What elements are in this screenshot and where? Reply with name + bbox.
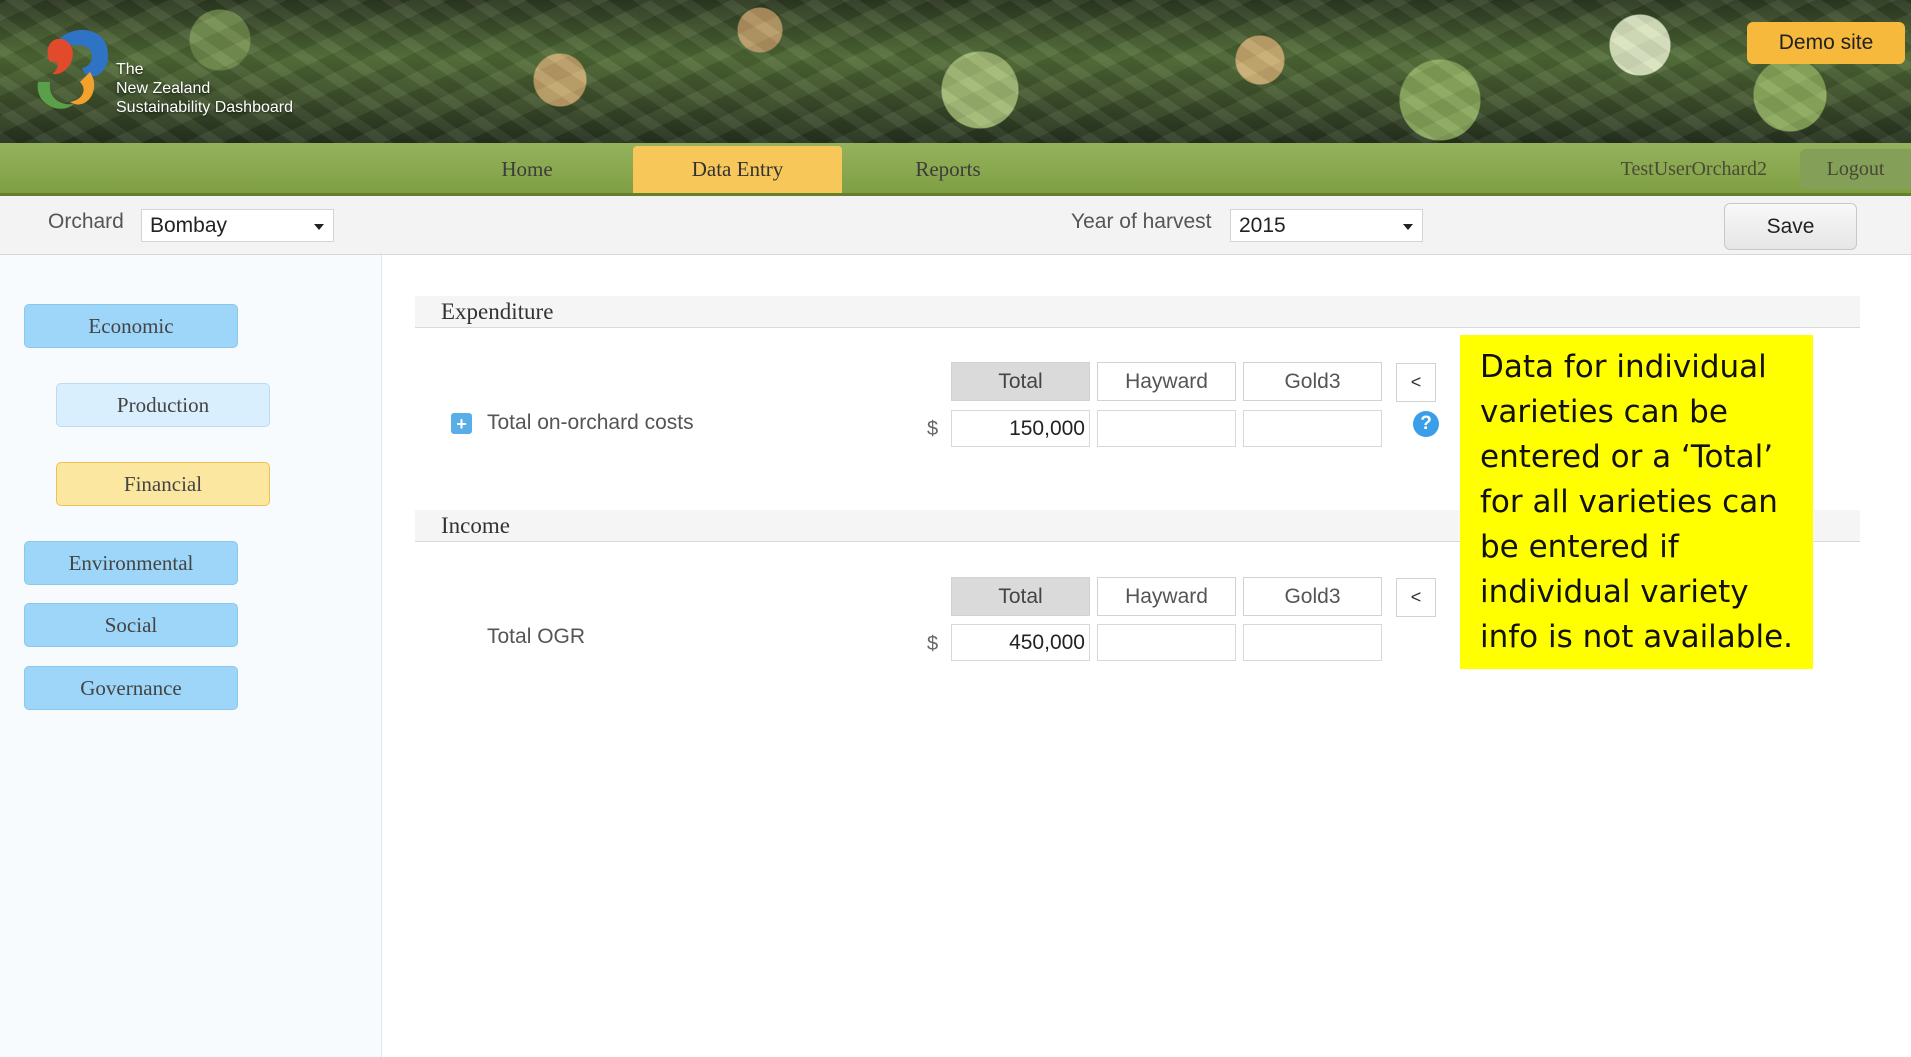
annotation-callout: Data for individual varieties can be ent…	[1460, 335, 1813, 669]
main-nav: Home Data Entry Reports TestUserOrchard2…	[0, 143, 1911, 196]
expenditure-hayward-input[interactable]	[1097, 410, 1236, 447]
demo-site-badge: Demo site	[1747, 22, 1905, 64]
help-icon[interactable]: ?	[1413, 411, 1439, 437]
orchard-selected-value: Bombay	[150, 213, 228, 237]
header-banner: The New Zealand Sustainability Dashboard…	[0, 0, 1911, 143]
sidebar-item-social[interactable]: Social	[24, 603, 238, 647]
sidebar-item-production[interactable]: Production	[56, 383, 270, 427]
dashboard-logo-icon[interactable]	[30, 20, 122, 120]
sidebar-item-governance[interactable]: Governance	[24, 666, 238, 710]
column-gold3[interactable]: Gold3	[1243, 362, 1382, 401]
filter-bar: Orchard Bombay Year of harvest 2015 Save	[0, 196, 1911, 255]
income-hayward-input[interactable]	[1097, 624, 1236, 661]
section-expenditure-header: Expenditure	[415, 296, 1860, 328]
sidebar-item-economic[interactable]: Economic	[24, 304, 238, 348]
sidebar-item-financial[interactable]: Financial	[56, 462, 270, 506]
column-hayward[interactable]: Hayward	[1097, 362, 1236, 401]
sidebar: Economic Production Financial Environmen…	[0, 255, 382, 1057]
collapse-columns-button[interactable]: <	[1396, 363, 1436, 402]
row-label-total-on-orchard-costs: Total on-orchard costs	[487, 411, 694, 434]
brand-line-3: Sustainability Dashboard	[116, 99, 293, 116]
sidebar-item-environmental[interactable]: Environmental	[24, 541, 238, 585]
brand-text: The New Zealand Sustainability Dashboard	[116, 60, 293, 117]
expenditure-gold3-input[interactable]	[1243, 410, 1382, 447]
brand-line-1: The	[116, 61, 144, 78]
column-total[interactable]: Total	[951, 362, 1090, 401]
column-hayward[interactable]: Hayward	[1097, 577, 1236, 616]
currency-symbol: $	[927, 418, 939, 440]
income-total-input[interactable]: 450,000	[951, 624, 1090, 661]
orchard-label: Orchard	[48, 210, 124, 233]
save-button[interactable]: Save	[1724, 203, 1857, 250]
user-name: TestUserOrchard2	[1620, 158, 1767, 180]
column-gold3[interactable]: Gold3	[1243, 577, 1382, 616]
tab-home[interactable]: Home	[467, 146, 587, 193]
chevron-down-icon	[314, 224, 324, 230]
tab-data-entry[interactable]: Data Entry	[633, 146, 842, 193]
expand-plus-icon[interactable]: +	[451, 413, 472, 434]
expenditure-total-input[interactable]: 150,000	[951, 410, 1090, 447]
logout-button[interactable]: Logout	[1800, 149, 1911, 189]
row-label-total-ogr: Total OGR	[487, 625, 586, 648]
year-label: Year of harvest	[1071, 210, 1212, 233]
year-selected-value: 2015	[1239, 213, 1286, 237]
tab-reports[interactable]: Reports	[888, 146, 1008, 193]
brand-line-2: New Zealand	[116, 80, 211, 97]
chevron-down-icon	[1403, 224, 1413, 230]
orchard-select[interactable]: Bombay	[141, 209, 334, 242]
column-total[interactable]: Total	[951, 577, 1090, 616]
year-select[interactable]: 2015	[1230, 209, 1423, 242]
currency-symbol: $	[927, 633, 939, 655]
income-gold3-input[interactable]	[1243, 624, 1382, 661]
collapse-columns-button[interactable]: <	[1396, 578, 1436, 617]
